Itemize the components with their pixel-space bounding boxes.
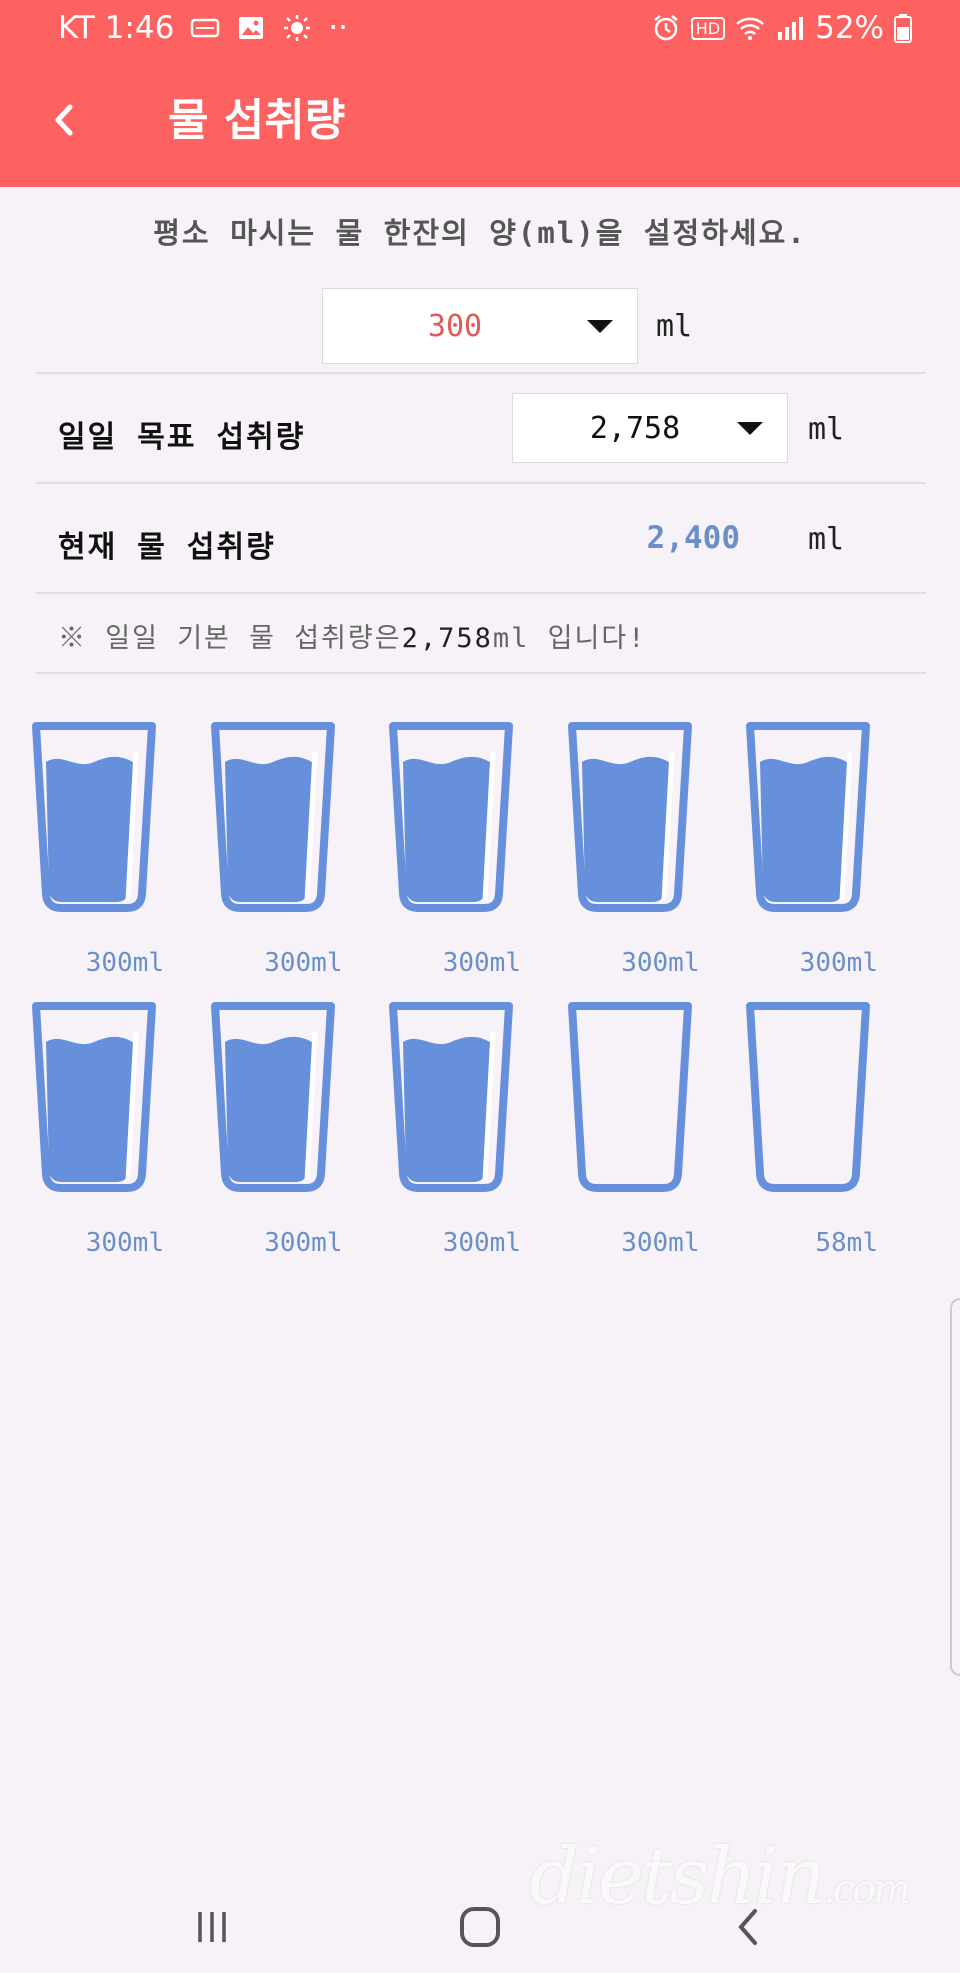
more-notifications: ··	[328, 10, 349, 46]
recent-apps-icon	[198, 1912, 226, 1942]
water-cup-filled[interactable]: 300ml	[357, 1002, 535, 1262]
wifi-icon	[736, 17, 764, 40]
default-intake-notice: ※ 일일 기본 물 섭취량은2,758ml 입니다!	[58, 616, 646, 655]
notification-app-icon	[191, 18, 220, 38]
water-cup-filled[interactable]: 300ml	[357, 722, 535, 982]
carrier-time: KT 1:46	[58, 10, 175, 46]
divider	[36, 482, 926, 484]
water-glass-full-icon	[389, 1002, 513, 1192]
divider	[36, 672, 926, 674]
water-cup-filled[interactable]: 300ml	[179, 722, 357, 982]
current-intake-value: 2,400	[646, 520, 740, 556]
cup-amount-label: 300ml	[85, 1228, 164, 1258]
scrollbar[interactable]	[950, 1298, 960, 1676]
alarm-icon	[653, 15, 678, 41]
cup-size-value: 300	[427, 308, 483, 344]
cup-amount-label: 300ml	[799, 948, 878, 978]
current-unit: ml	[808, 522, 845, 557]
cup-amount-label: 300ml	[442, 948, 521, 978]
cup-size-dropdown[interactable]: 300	[322, 288, 638, 364]
chevron-down-icon	[737, 421, 763, 435]
water-cup-filled[interactable]: 300ml	[536, 722, 714, 982]
sun-icon	[284, 15, 311, 41]
cup-amount-label: 300ml	[264, 1228, 343, 1258]
water-cup-filled[interactable]: 300ml	[0, 1002, 178, 1262]
cup-amount-label: 300ml	[85, 948, 164, 978]
recent-apps-button[interactable]	[182, 1900, 242, 1954]
cup-amount-label: 300ml	[264, 948, 343, 978]
navigation-bar	[0, 1880, 960, 1973]
back-arrow-icon	[55, 104, 73, 136]
home-button[interactable]	[450, 1900, 510, 1954]
cup-amount-label: 300ml	[621, 1228, 700, 1258]
water-glass-full-icon	[32, 1002, 156, 1192]
status-bar: KT 1:46 ·· HD 52%	[0, 0, 960, 62]
notice-prefix: ※ 일일 기본 물 섭취량은	[58, 623, 402, 654]
goal-value: 2,758	[589, 410, 681, 446]
hd-voice-icon: HD	[690, 16, 726, 40]
water-glass-full-icon	[210, 1002, 335, 1192]
water-cup-filled[interactable]: 300ml	[714, 722, 892, 982]
back-nav-icon	[738, 1909, 757, 1945]
cup-size-unit: ml	[656, 309, 693, 344]
cup-amount-label: 300ml	[442, 1228, 521, 1258]
goal-unit: ml	[808, 412, 845, 447]
water-glass-full-icon	[389, 722, 513, 912]
water-cup-empty[interactable]: 300ml	[536, 1002, 714, 1262]
water-glass-full-icon	[210, 722, 335, 912]
water-cup-filled[interactable]: 300ml	[0, 722, 178, 982]
cup-amount-label: 58ml	[815, 1228, 878, 1258]
cup-size-prompt: 평소 마시는 물 한잔의 양(ml)을 설정하세요.	[153, 216, 807, 250]
goal-label: 일일 목표 섭취량	[58, 420, 306, 455]
goal-dropdown[interactable]: 2,758	[512, 393, 788, 463]
water-glass-full-icon	[746, 722, 870, 912]
back-nav-button[interactable]	[718, 1900, 778, 1954]
water-glass-empty-icon	[567, 1002, 692, 1192]
cup-amount-label: 300ml	[621, 948, 700, 978]
battery-percent: 52%	[815, 10, 884, 46]
chevron-down-icon	[587, 319, 613, 333]
current-label: 현재 물 섭취량	[58, 530, 276, 565]
notice-suffix: ml 입니다!	[492, 623, 647, 654]
water-cup-filled[interactable]: 300ml	[179, 1002, 357, 1262]
notice-value: 2,758	[401, 623, 493, 654]
divider	[36, 592, 926, 594]
app-bar: KT 1:46 ·· HD 52% 물 섭취량	[0, 0, 960, 187]
water-glass-full-icon	[567, 722, 692, 912]
gallery-icon	[239, 17, 264, 39]
home-icon	[460, 1907, 500, 1947]
battery-icon	[894, 14, 912, 43]
water-glass-full-icon	[32, 722, 156, 912]
signal-icon	[778, 17, 804, 40]
page-title: 물 섭취량	[168, 95, 346, 146]
water-cup-empty[interactable]: 58ml	[714, 1002, 892, 1262]
divider	[36, 372, 926, 374]
back-button[interactable]	[44, 95, 84, 145]
water-glass-empty-icon	[746, 1002, 870, 1192]
